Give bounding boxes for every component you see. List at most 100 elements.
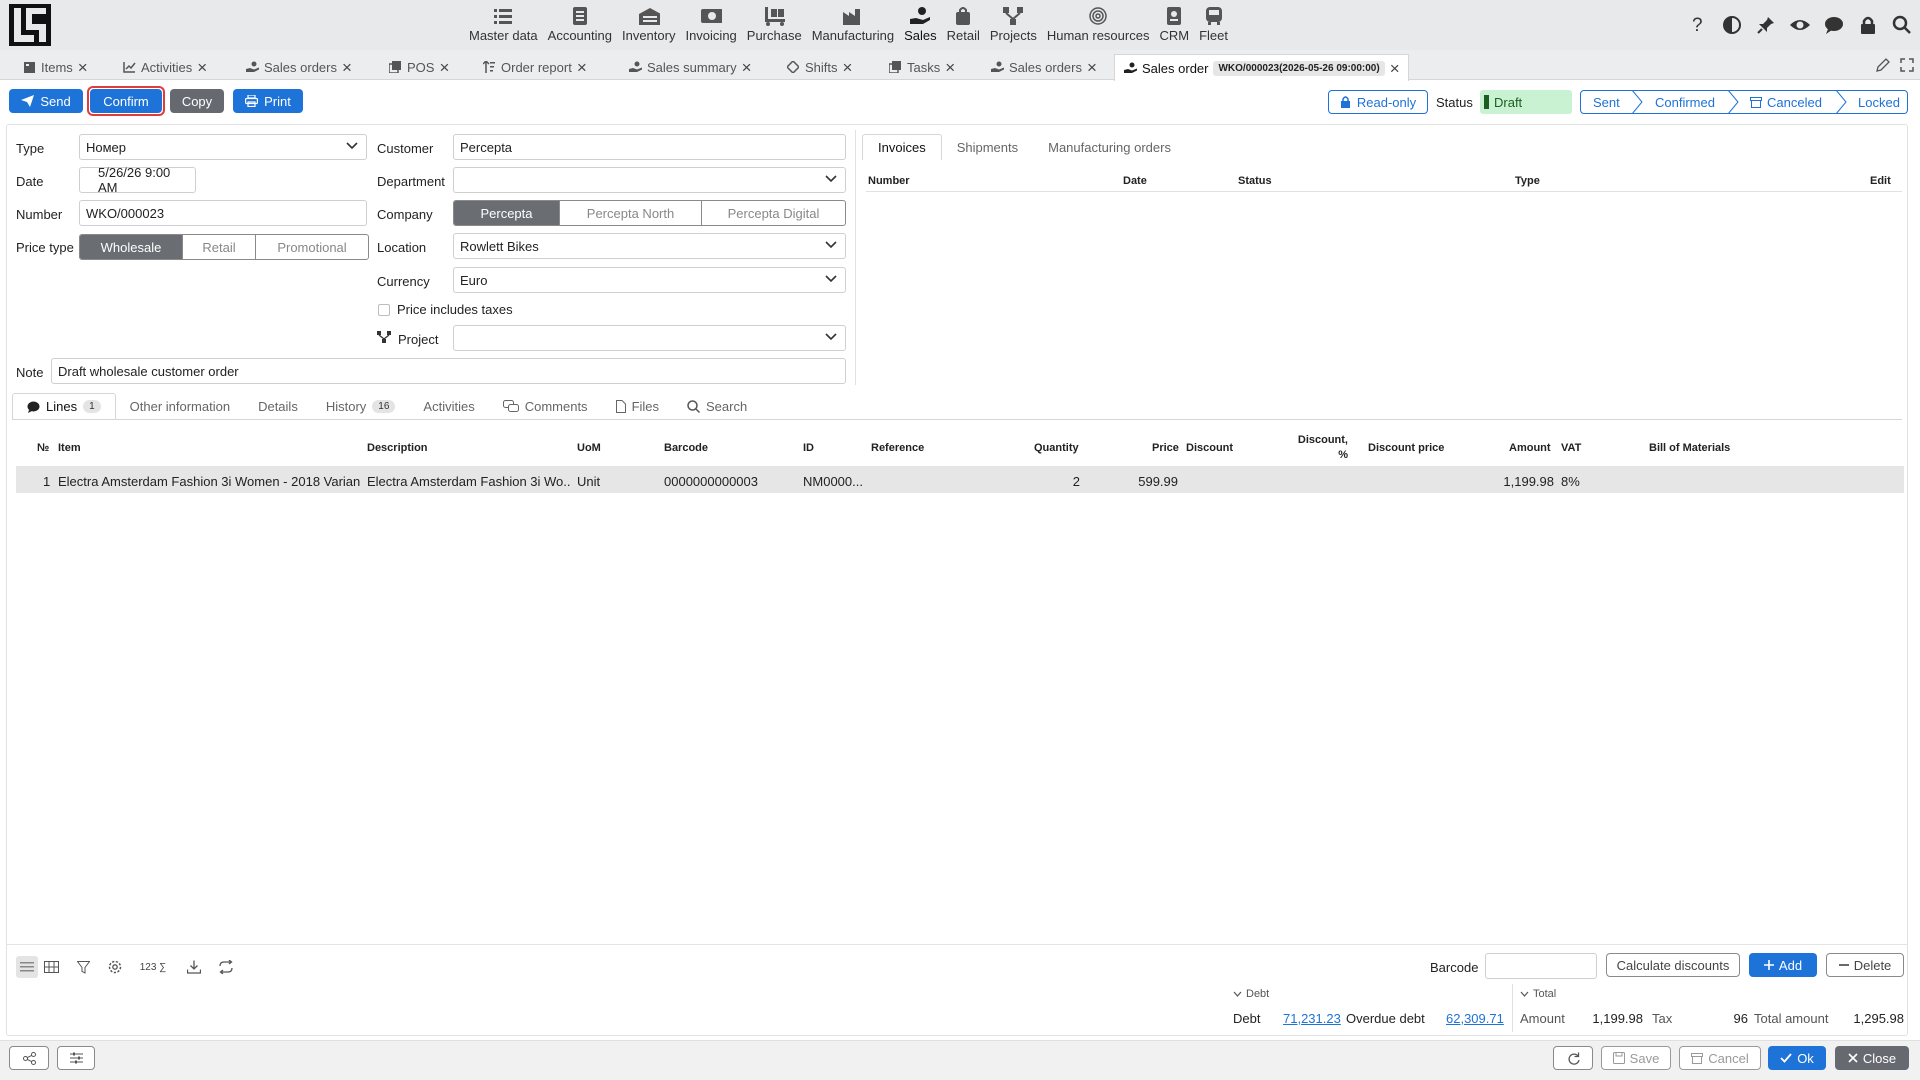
module-invoicing[interactable]: Invoicing: [680, 0, 741, 50]
send-button[interactable]: Send: [9, 89, 83, 113]
column-header-reference[interactable]: Reference: [871, 442, 924, 454]
close-icon[interactable]: ×: [1087, 59, 1097, 76]
module-fleet[interactable]: Fleet: [1194, 0, 1233, 50]
tab-shifts[interactable]: Shifts ×: [778, 54, 860, 80]
company-percepta-north[interactable]: Percepta North: [559, 201, 701, 225]
column-header-bill-of-materials[interactable]: Bill of Materials: [1649, 442, 1730, 454]
list-view-icon[interactable]: [16, 956, 38, 978]
debt-value-link[interactable]: 71,231.23: [1283, 1011, 1341, 1026]
debt-section-toggle[interactable]: Debt: [1233, 988, 1269, 1000]
column-header-amount[interactable]: Amount: [1509, 442, 1551, 454]
filter-icon[interactable]: [72, 956, 94, 978]
tab-pos[interactable]: POS ×: [380, 54, 457, 80]
currency-select[interactable]: Euro: [453, 267, 846, 293]
customer-input[interactable]: Percepta: [453, 134, 846, 160]
edit-pencil-icon[interactable]: [1876, 58, 1890, 72]
column-header-discount-price[interactable]: Discount price: [1368, 442, 1444, 454]
cell-description[interactable]: Electra Amsterdam Fashion 3i Wo...: [367, 474, 570, 489]
module-accounting[interactable]: Accounting: [543, 0, 617, 50]
tab-order-report[interactable]: Order report ×: [474, 54, 595, 80]
column-header-discount-pct[interactable]: Discount, %: [1294, 433, 1348, 463]
barcode-input[interactable]: [1485, 953, 1597, 979]
tab-items[interactable]: Items ×: [14, 54, 96, 80]
note-input[interactable]: Draft wholesale customer order: [51, 358, 846, 384]
overdue-debt-value-link[interactable]: 62,309.71: [1446, 1011, 1504, 1026]
cell-barcode[interactable]: 0000000000003: [664, 474, 758, 489]
column-header-edit[interactable]: Edit: [1870, 175, 1891, 187]
column-header-uom[interactable]: UoM: [577, 442, 601, 454]
tab-search[interactable]: Search: [673, 393, 761, 419]
close-icon[interactable]: ×: [577, 59, 587, 76]
column-header-type[interactable]: Type: [1515, 175, 1540, 187]
tab-manufacturing-orders[interactable]: Manufacturing orders: [1033, 134, 1186, 160]
tab-activities[interactable]: Activities ×: [114, 54, 215, 80]
cancel-button[interactable]: Cancel: [1679, 1046, 1761, 1070]
cell-vat[interactable]: 8%: [1561, 474, 1580, 489]
calculate-discounts-button[interactable]: Calculate discounts: [1606, 953, 1740, 977]
column-header-id[interactable]: ID: [803, 442, 814, 454]
department-select[interactable]: [453, 167, 846, 193]
tab-shipments[interactable]: Shipments: [942, 134, 1033, 160]
close-icon[interactable]: ×: [78, 59, 88, 76]
tab-sales-summary[interactable]: Sales summary ×: [620, 54, 760, 80]
read-only-button[interactable]: Read-only: [1328, 90, 1428, 114]
confirm-button[interactable]: Confirm: [90, 89, 162, 113]
project-select[interactable]: [453, 325, 846, 351]
cell-item[interactable]: Electra Amsterdam Fashion 3i Women - 201…: [58, 474, 361, 489]
close-icon[interactable]: ×: [945, 59, 955, 76]
company-percepta-digital[interactable]: Percepta Digital: [701, 201, 845, 225]
grid-view-icon[interactable]: [40, 956, 62, 978]
column-header-discount[interactable]: Discount: [1186, 442, 1233, 454]
cell-price[interactable]: 599.99: [1120, 474, 1178, 489]
tab-tasks[interactable]: Tasks ×: [880, 54, 963, 80]
module-retail[interactable]: Retail: [942, 0, 985, 50]
save-button[interactable]: Save: [1601, 1046, 1671, 1070]
tab-files[interactable]: Files: [602, 393, 673, 419]
date-input[interactable]: 5/26/26 9:00 AM: [79, 165, 196, 195]
tab-comments[interactable]: Comments: [489, 393, 602, 419]
totals-sum-icon[interactable]: 123 ∑: [135, 956, 171, 978]
price-type-wholesale[interactable]: Wholesale: [80, 235, 182, 259]
column-header-number[interactable]: Number: [868, 175, 910, 187]
help-icon[interactable]: ?: [1686, 13, 1710, 37]
column-header-quantity[interactable]: Quantity: [1034, 442, 1079, 454]
workflow-step-confirmed[interactable]: Confirmed: [1655, 90, 1715, 114]
cell-amount[interactable]: 1,199.98: [1490, 474, 1554, 489]
tab-invoices[interactable]: Invoices: [862, 134, 942, 160]
company-percepta[interactable]: Percepta: [454, 201, 559, 225]
refresh-icon[interactable]: [1553, 1046, 1593, 1070]
settings-gear-icon[interactable]: [104, 956, 126, 978]
close-button[interactable]: Close: [1835, 1046, 1909, 1070]
column-header-no[interactable]: №: [37, 442, 49, 454]
column-header-date[interactable]: Date: [1123, 175, 1147, 187]
column-header-barcode[interactable]: Barcode: [664, 442, 708, 454]
module-inventory[interactable]: Inventory: [617, 0, 680, 50]
type-select[interactable]: Номер: [79, 134, 367, 160]
copy-button[interactable]: Copy: [170, 89, 224, 113]
module-projects[interactable]: Projects: [985, 0, 1042, 50]
module-human-resources[interactable]: Human resources: [1042, 0, 1155, 50]
tab-sales-orders-2[interactable]: Sales orders ×: [982, 54, 1105, 80]
module-manufacturing[interactable]: Manufacturing: [807, 0, 899, 50]
close-icon[interactable]: ×: [197, 59, 207, 76]
workflow-step-locked[interactable]: Locked: [1858, 90, 1900, 114]
cell-id[interactable]: NM0000...: [803, 474, 863, 489]
tab-history[interactable]: History 16: [312, 393, 410, 419]
close-icon[interactable]: ×: [439, 59, 449, 76]
theme-contrast-icon[interactable]: [1720, 13, 1744, 37]
module-sales[interactable]: Sales: [899, 0, 942, 50]
column-header-item[interactable]: Item: [58, 442, 81, 454]
number-input[interactable]: WKO/000023: [79, 200, 367, 226]
tab-sales-order-active[interactable]: Sales order WKO/000023(2026-05-26 09:00:…: [1114, 54, 1409, 81]
column-header-status[interactable]: Status: [1238, 175, 1272, 187]
workflow-step-canceled[interactable]: Canceled: [1750, 90, 1822, 114]
eye-icon[interactable]: [1788, 13, 1812, 37]
sliders-icon[interactable]: [57, 1046, 95, 1070]
tab-lines[interactable]: Lines 1: [12, 393, 116, 419]
lock-icon[interactable]: [1856, 13, 1880, 37]
tab-other-information[interactable]: Other information: [116, 393, 244, 419]
delete-line-button[interactable]: Delete: [1826, 953, 1904, 977]
close-icon[interactable]: ×: [1390, 60, 1400, 77]
tab-sales-orders[interactable]: Sales orders ×: [237, 54, 360, 80]
column-header-description[interactable]: Description: [367, 442, 428, 454]
